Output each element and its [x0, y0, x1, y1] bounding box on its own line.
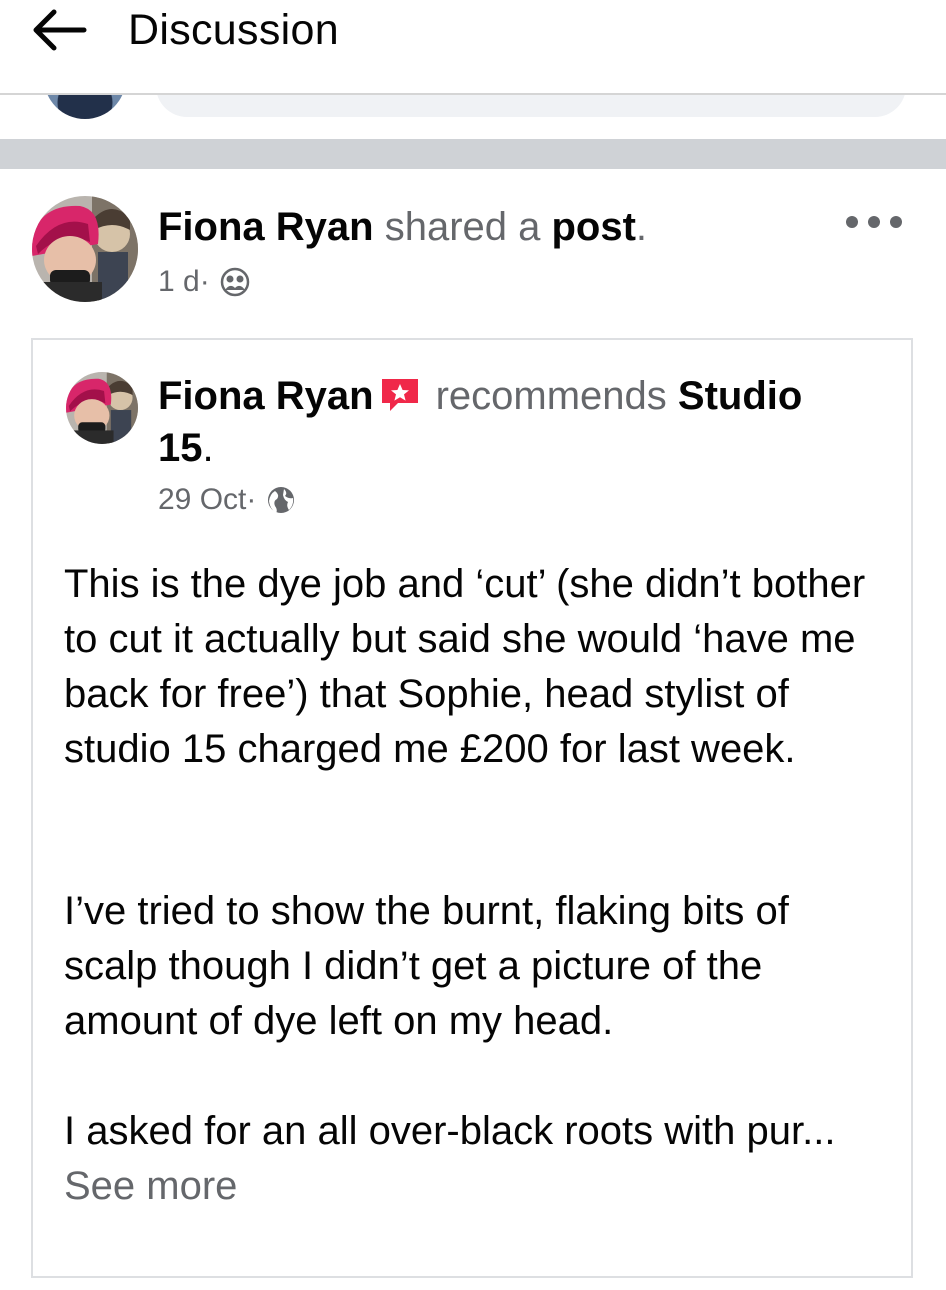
- action-text: shared a: [373, 205, 552, 249]
- back-button[interactable]: [30, 0, 100, 60]
- profile-photo: [66, 372, 138, 444]
- post-time[interactable]: 1 d: [158, 262, 200, 302]
- post-paragraph: I’ve tried to show the burnt, flaking bi…: [64, 889, 789, 1043]
- shared-post-headline: Fiona Ryan shared a post.: [158, 203, 647, 251]
- author-name[interactable]: Fiona Ryan: [158, 205, 374, 249]
- meta-separator: ·: [246, 483, 257, 516]
- recommendation-headline: Fiona Ryan recommends Studio 15.: [158, 370, 848, 474]
- recommendation-icon: [381, 379, 418, 411]
- discussion-page: Discussion Fiona Ryan shared a post. 1 d…: [0, 0, 946, 1290]
- comment-input[interactable]: [156, 95, 906, 117]
- recommendation-date[interactable]: 29 Oct: [158, 478, 246, 522]
- profile-photo: [32, 196, 138, 302]
- recommends-verb: recommends: [435, 374, 667, 418]
- avatar[interactable]: [32, 196, 138, 302]
- post-paragraph: I asked for an all over-black roots with…: [64, 1109, 836, 1153]
- more-options-button[interactable]: [846, 206, 902, 238]
- post-paragraph: This is the dye job and ‘cut’ (she didn’…: [64, 562, 866, 771]
- more-dot-icon: [868, 216, 880, 228]
- avatar[interactable]: [66, 372, 138, 444]
- composer-avatar[interactable]: [44, 95, 126, 119]
- globe-icon: [268, 487, 295, 513]
- more-dot-icon: [890, 216, 902, 228]
- recommendation-meta: 29 Oct ·: [158, 478, 296, 522]
- arrow-left-icon: [33, 9, 87, 51]
- page-title: Discussion: [128, 6, 339, 54]
- post-link[interactable]: post: [551, 205, 635, 249]
- headline-period: .: [635, 205, 648, 249]
- meta-separator: ·: [199, 265, 210, 298]
- author-name[interactable]: Fiona Ryan: [158, 374, 374, 418]
- post-meta: 1 d ·: [158, 262, 250, 302]
- friends-icon: [220, 267, 249, 297]
- headline-period: .: [202, 426, 214, 470]
- top-bar: Discussion: [0, 0, 946, 95]
- section-divider: [0, 139, 946, 169]
- see-more-link[interactable]: See more: [64, 1159, 237, 1214]
- more-dot-icon: [846, 216, 858, 228]
